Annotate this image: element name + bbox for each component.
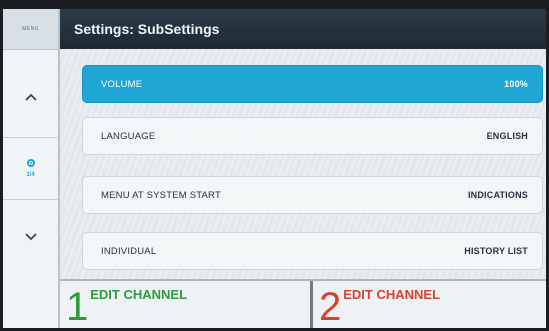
settings-list: VOLUME 100% LANGUAGE ENGLISH MENU AT SYS… bbox=[60, 49, 546, 279]
header-bar: Settings: SubSettings bbox=[60, 9, 546, 49]
footer-bar: 1 EDIT CHANNEL 2 EDIT CHANNEL bbox=[60, 279, 546, 328]
menu-tab[interactable]: MENU bbox=[3, 9, 58, 50]
menu-label: MENU bbox=[22, 26, 39, 32]
channel-1-label: EDIT CHANNEL bbox=[90, 287, 188, 302]
position-icon bbox=[26, 158, 35, 167]
setting-label: MENU AT SYSTEM START bbox=[101, 189, 221, 201]
setting-label: INDIVIDUAL bbox=[101, 245, 157, 257]
channel-2-label: EDIT CHANNEL bbox=[343, 287, 441, 302]
edit-channel-1-button[interactable]: 1 EDIT CHANNEL bbox=[60, 281, 313, 328]
scroll-up-button[interactable] bbox=[3, 57, 58, 138]
page-indicator-area: 1/4 bbox=[3, 139, 58, 197]
setting-value: ENGLISH bbox=[486, 131, 528, 141]
chevron-up-icon bbox=[24, 93, 37, 101]
page-title: Settings: SubSettings bbox=[74, 21, 220, 37]
setting-label: LANGUAGE bbox=[101, 130, 156, 142]
setting-value: 100% bbox=[504, 79, 528, 89]
edit-channel-2-button[interactable]: 2 EDIT CHANNEL bbox=[313, 281, 546, 328]
setting-row-individual[interactable]: INDIVIDUAL HISTORY LIST bbox=[82, 232, 543, 270]
setting-row-volume[interactable]: VOLUME 100% bbox=[82, 65, 543, 103]
setting-label: VOLUME bbox=[101, 78, 143, 90]
setting-value: INDICATIONS bbox=[467, 190, 528, 200]
page-indicator: 1/4 bbox=[26, 171, 35, 178]
setting-row-menu-at-start[interactable]: MENU AT SYSTEM START INDICATIONS bbox=[82, 176, 543, 214]
setting-row-language[interactable]: LANGUAGE ENGLISH bbox=[82, 117, 543, 155]
chevron-down-icon bbox=[24, 232, 37, 240]
setting-value: HISTORY LIST bbox=[464, 246, 528, 256]
device-screen: MENU 1/4 Settings: SubSettings VOLUME 10… bbox=[3, 9, 546, 328]
channel-2-number: 2 bbox=[319, 285, 342, 328]
left-rail: MENU 1/4 bbox=[3, 9, 60, 328]
channel-1-number: 1 bbox=[66, 285, 89, 328]
scroll-down-button[interactable] bbox=[3, 199, 58, 272]
